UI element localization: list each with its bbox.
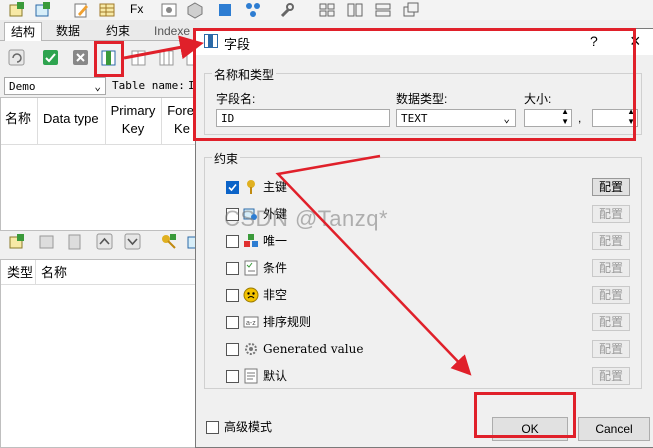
annotation-arrows	[123, 35, 472, 376]
arrow-to-ok	[275, 154, 472, 376]
arrow-to-dialog	[123, 35, 204, 60]
